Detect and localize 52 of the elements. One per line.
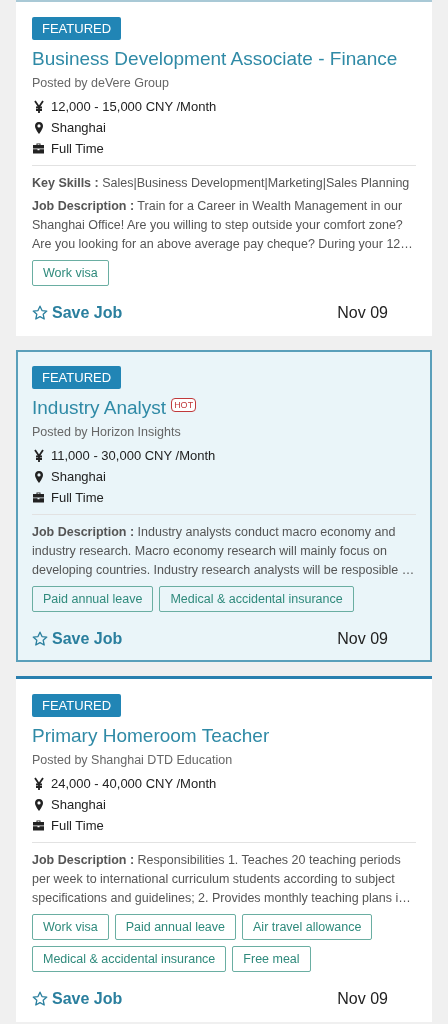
hot-badge: HOT [171, 398, 197, 412]
job-description-text: Job Description : Industry analysts conduct macro economy and industry research. Macro economy research will mainly focus on developing countries. Industry research analysts will be resposible … [32, 524, 416, 579]
location-text: Shanghai [51, 468, 106, 486]
save-job-link[interactable]: Save Job [32, 990, 123, 1008]
job-title[interactable]: Primary Homeroom Teacher [32, 723, 270, 749]
job-type-text: Full Time [51, 140, 104, 158]
posted-by-text: Posted by Horizon Insights [32, 425, 181, 439]
location-pin-icon [33, 469, 44, 484]
benefit-tag: Paid annual leave [114, 914, 237, 940]
location-pin-icon [33, 797, 44, 812]
job-card[interactable] [16, 0, 432, 336]
posted-date: Nov 09 [337, 990, 388, 1008]
save-job-link[interactable]: Save Job [32, 304, 123, 322]
briefcase-icon [32, 142, 45, 155]
posted-date: Nov 09 [337, 630, 388, 648]
featured-badge: FEATURED [32, 366, 122, 389]
location-pin-icon [33, 120, 44, 135]
salary-text: 24,000 - 40,000 CNY /Month [51, 775, 217, 793]
job-type-text: Full Time [51, 489, 104, 507]
featured-badge: FEATURED [32, 17, 122, 40]
job-description-text: Job Description : Train for a Career in Wealth Management in our Shanghai Office! Are you willing to step outside your comfort zone? Are you looking for an above average pay cheque? During your 12… [32, 198, 414, 253]
job-title[interactable]: Industry Analyst [32, 395, 167, 421]
benefit-tag: Medical & accidental insurance [159, 586, 354, 612]
yen-icon [33, 99, 44, 114]
posted-by-text: Posted by Shanghai DTD Education [32, 753, 233, 767]
featured-badge: FEATURED [32, 694, 122, 717]
job-card[interactable] [16, 676, 432, 1022]
location-text: Shanghai [51, 796, 106, 814]
briefcase-icon [32, 491, 45, 504]
star-icon [32, 991, 48, 1007]
benefit-tag: Paid annual leave [32, 586, 154, 612]
location-text: Shanghai [51, 119, 106, 137]
benefit-tag: Work visa [32, 260, 109, 286]
posted-by-text: Posted by deVere Group [32, 76, 169, 90]
job-type-text: Full Time [51, 817, 104, 835]
job-card[interactable] [16, 350, 432, 662]
star-icon [32, 305, 48, 321]
star-icon [32, 631, 48, 647]
yen-icon [33, 448, 44, 463]
benefit-tag: Free meal [232, 946, 311, 972]
key-skills-text: Key Skills : Sales|Business Development|Marketing|Sales Planning [32, 175, 410, 192]
salary-text: 12,000 - 15,000 CNY /Month [51, 98, 217, 116]
save-job-link[interactable]: Save Job [32, 630, 123, 648]
benefit-tag: Work visa [32, 914, 109, 940]
salary-text: 11,000 - 30,000 CNY /Month [51, 447, 216, 465]
job-title[interactable]: Business Development Associate - Finance [32, 46, 398, 72]
briefcase-icon [32, 819, 45, 832]
job-description-text: Job Description : Responsibilities 1. Teaches 20 teaching periods per week to international curriculum students according to subject specifications and guidelines; 2. Provides monthly teaching plans i… [32, 852, 412, 907]
benefit-tag: Air travel allowance [242, 914, 373, 940]
benefit-tag: Medical & accidental insurance [32, 946, 227, 972]
posted-date: Nov 09 [337, 304, 388, 322]
yen-icon [33, 776, 44, 791]
